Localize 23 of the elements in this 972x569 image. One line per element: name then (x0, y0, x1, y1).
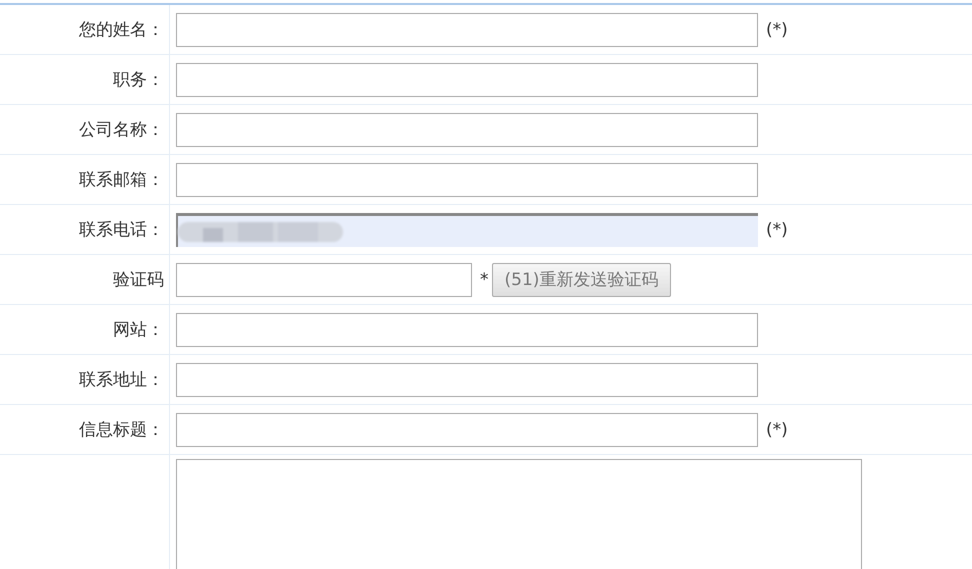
required-mark: * (480, 270, 488, 290)
field-label: 您的姓名： (79, 19, 164, 41)
field-label: 网站： (113, 319, 164, 341)
input-field[interactable] (176, 412, 758, 446)
field-label: 联系地址： (79, 369, 164, 391)
field-label: 公司名称： (79, 119, 164, 141)
field-label: 职务： (113, 69, 164, 91)
field-label: 信息标题： (79, 419, 164, 441)
required-mark: (*) (766, 20, 788, 40)
input-field[interactable] (176, 262, 472, 296)
required-mark: (*) (766, 420, 788, 440)
input-field[interactable] (176, 12, 758, 46)
input-field[interactable] (176, 312, 758, 346)
input-field[interactable] (176, 212, 758, 246)
input-field[interactable] (176, 112, 758, 146)
input-field[interactable] (176, 62, 758, 96)
field-label: 联系电话： (79, 219, 164, 241)
field-label: 联系邮箱： (79, 169, 164, 191)
input-field[interactable] (176, 162, 758, 196)
required-mark: (*) (766, 220, 788, 240)
resend-code-button[interactable]: (51)重新发送验证码 (492, 262, 672, 296)
input-field[interactable] (176, 362, 758, 396)
field-label: 验证码 (113, 269, 164, 291)
